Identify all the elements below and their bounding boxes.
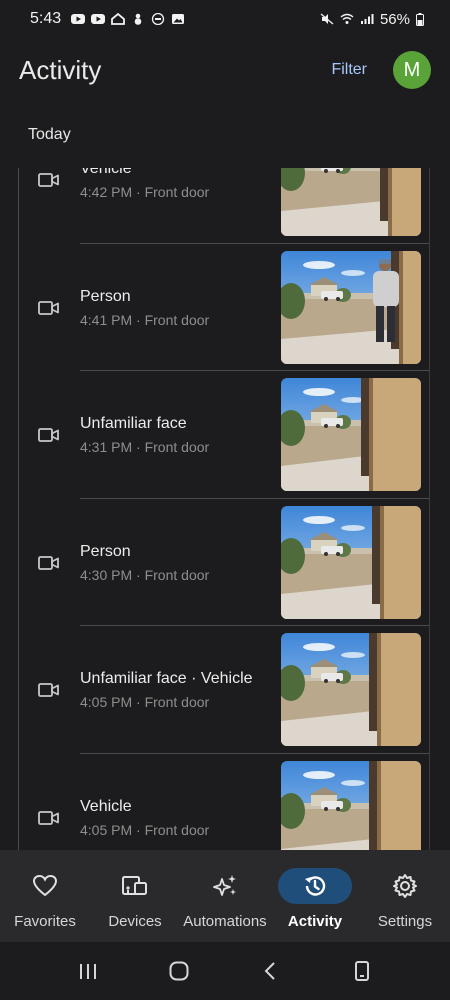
page-title: Activity (19, 54, 102, 85)
video-camera-icon (38, 173, 59, 187)
filter-button[interactable]: Filter (331, 61, 367, 79)
nav-active-indicator (278, 868, 352, 904)
nav-label: Settings (377, 913, 433, 930)
event-location: Front door (144, 566, 210, 583)
status-bar: 5:43 56% (0, 0, 450, 38)
event-location: Front door (144, 311, 210, 328)
nav-item-favorites[interactable]: Favorites (0, 850, 90, 942)
event-meta: 4:05 PM · Front door (80, 694, 253, 710)
event-location: Front door (144, 821, 210, 838)
home-app-icon (111, 13, 126, 25)
nav-label: Devices (108, 913, 162, 930)
bottom-nav: Favorites Devices Automations Activity S… (0, 850, 450, 942)
event-thumbnail[interactable] (281, 378, 421, 491)
system-nav-bar (0, 942, 450, 1000)
event-meta: 4:30 PM · Front door (80, 567, 209, 583)
gear-icon (393, 874, 417, 898)
video-camera-icon (38, 810, 59, 825)
event-row[interactable]: Vehicle 4:05 PM · Front door (0, 754, 450, 850)
event-thumbnail[interactable] (281, 250, 421, 364)
signal-icon (360, 14, 374, 24)
recent-apps-icon[interactable] (77, 961, 99, 981)
event-label: Person (80, 287, 131, 305)
event-label: Vehicle (80, 168, 132, 177)
event-row[interactable]: Vehicle 4:42 PM · Front door (0, 168, 450, 244)
nav-label: Activity (287, 913, 343, 930)
event-location: Front door (144, 184, 210, 200)
nav-item-settings[interactable]: Settings (360, 850, 450, 942)
event-row[interactable]: Unfamiliar face 4:31 PM · Front door (0, 371, 450, 499)
avatar[interactable]: M (393, 51, 431, 89)
back-icon[interactable] (260, 960, 282, 982)
devices-icon (122, 876, 147, 895)
nav-label: Automations (183, 913, 267, 930)
event-thumbnail[interactable] (281, 760, 421, 850)
event-row[interactable]: Unfamiliar face · Vehicle 4:05 PM · Front… (0, 626, 450, 754)
event-label: Unfamiliar face · Vehicle (80, 670, 253, 687)
event-time: 4:31 PM (80, 439, 133, 455)
event-list[interactable]: Vehicle 4:42 PM · Front door Person 4:41 PM… (0, 168, 450, 850)
event-label: Person (80, 542, 131, 560)
video-camera-icon (38, 428, 59, 442)
sparkle-icon (213, 875, 236, 896)
event-thumbnail[interactable] (281, 168, 421, 236)
event-meta-separator: · (132, 184, 145, 200)
wifi-icon (340, 13, 354, 24)
section-label-today: Today (28, 126, 71, 143)
event-time: 4:30 PM (80, 566, 133, 583)
event-meta: 4:05 PM · Front door (80, 822, 209, 838)
event-thumbnail[interactable] (281, 633, 421, 746)
event-text: Person 4:30 PM · Front door (80, 543, 209, 583)
event-meta: 4:42 PM · Front door (80, 184, 209, 200)
event-label: Unfamiliar face (80, 415, 187, 432)
event-text: Vehicle 4:42 PM · Front door (80, 168, 209, 200)
event-meta-separator: · (132, 821, 145, 838)
gallery-icon (172, 14, 185, 24)
event-row[interactable]: Person 4:41 PM · Front door (0, 244, 450, 371)
event-text: Unfamiliar face · Vehicle 4:05 PM · Front… (80, 670, 253, 710)
snowman-icon (134, 13, 142, 25)
heart-icon (32, 874, 58, 897)
nav-item-automations[interactable]: Automations (180, 850, 270, 942)
event-meta: 4:41 PM · Front door (80, 312, 209, 328)
home-icon[interactable] (168, 960, 190, 982)
video-camera-icon (38, 683, 59, 697)
event-label: Vehicle (80, 797, 132, 815)
event-meta-separator: · (132, 694, 145, 710)
youtube-icon (71, 14, 86, 24)
keyboard-toggle-icon[interactable] (351, 960, 373, 982)
nav-label: Favorites (14, 913, 76, 930)
event-time: 4:41 PM (80, 311, 133, 328)
event-text: Unfamiliar face 4:31 PM · Front door (80, 415, 209, 455)
event-time: 4:05 PM (80, 821, 133, 838)
battery-icon (416, 12, 424, 26)
event-thumbnail[interactable] (281, 505, 421, 619)
history-icon (305, 876, 326, 896)
nav-item-devices[interactable]: Devices (90, 850, 180, 942)
event-time: 4:42 PM (80, 184, 133, 200)
event-location: Front door (144, 439, 210, 455)
event-text: Vehicle 4:05 PM · Front door (80, 798, 209, 838)
adt-icon (151, 13, 165, 25)
event-location: Front door (144, 694, 210, 710)
event-meta-separator: · (132, 566, 145, 583)
status-time: 5:43 (30, 10, 62, 27)
video-camera-icon (38, 300, 59, 315)
event-time: 4:05 PM (80, 694, 133, 710)
event-text: Person 4:41 PM · Front door (80, 288, 209, 328)
mute-icon (320, 13, 334, 25)
event-meta-separator: · (132, 311, 145, 328)
battery-level: 56% (379, 10, 410, 28)
nav-item-activity[interactable]: Activity (270, 850, 360, 942)
event-row[interactable]: Person 4:30 PM · Front door (0, 499, 450, 626)
event-meta-separator: · (132, 439, 145, 455)
youtube-icon (91, 14, 106, 24)
app-header: Activity Filter M (0, 42, 450, 98)
event-meta: 4:31 PM · Front door (80, 439, 209, 455)
video-camera-icon (38, 555, 59, 570)
